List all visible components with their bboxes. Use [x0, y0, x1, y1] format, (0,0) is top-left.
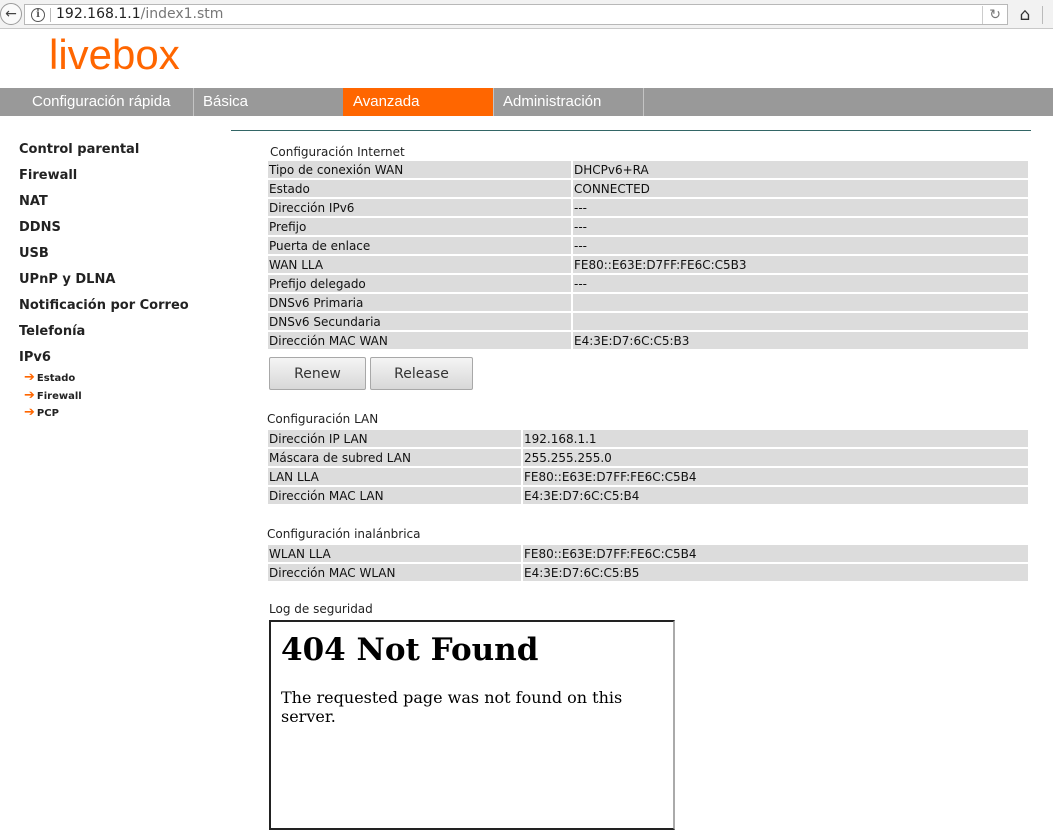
subitem-label: Estado — [36, 373, 76, 384]
table-row: Dirección IPv6 --- — [268, 199, 1028, 216]
back-arrow-icon[interactable]: ← — [0, 3, 22, 25]
row-label: WLAN LLA — [268, 545, 521, 562]
row-value: FE80::E63E:D7FF:FE6C:C5B3 — [573, 256, 1028, 273]
livebox-logo[interactable]: livebox — [49, 31, 180, 79]
table-row: Máscara de subred LAN 255.255.255.0 — [268, 449, 1028, 466]
release-button[interactable]: Release — [370, 357, 473, 390]
url-path: /index1.stm — [140, 6, 224, 22]
row-value: --- — [573, 275, 1028, 292]
row-value: 255.255.255.0 — [523, 449, 1028, 466]
table-row: Estado CONNECTED — [268, 180, 1028, 197]
sidebar-subitem-firewall[interactable]: ➔ Firewall — [24, 388, 82, 403]
row-label: Máscara de subred LAN — [268, 449, 521, 466]
table-row: Prefijo --- — [268, 218, 1028, 235]
row-value: --- — [573, 218, 1028, 235]
table-row: LAN LLA FE80::E63E:D7FF:FE6C:C5B4 — [268, 468, 1028, 485]
info-icon[interactable]: i — [31, 8, 45, 22]
row-value: E4:3E:D7:6C:C5:B3 — [573, 332, 1028, 349]
sidebar-item-notificacion-correo[interactable]: Notificación por Correo — [19, 298, 189, 313]
url-text[interactable]: 192.168.1.1/index1.stm — [56, 6, 223, 22]
row-value: E4:3E:D7:6C:C5:B4 — [523, 487, 1028, 504]
row-label: Dirección MAC WLAN — [268, 564, 521, 581]
lan-config-table: Dirección IP LAN 192.168.1.1 Máscara de s… — [266, 428, 1030, 506]
url-separator — [50, 8, 51, 22]
arrow-right-icon: ➔ — [24, 405, 35, 420]
row-value: FE80::E63E:D7FF:FE6C:C5B4 — [523, 468, 1028, 485]
address-bar[interactable]: i 192.168.1.1/index1.stm ↻ — [24, 4, 1008, 25]
home-icon[interactable]: ⌂ — [1014, 5, 1036, 25]
sidebar-item-upnp-dlna[interactable]: UPnP y DLNA — [19, 272, 115, 287]
row-label: WAN LLA — [268, 256, 571, 273]
renew-button[interactable]: Renew — [269, 357, 366, 390]
arrow-right-icon: ➔ — [24, 388, 35, 403]
row-value: CONNECTED — [573, 180, 1028, 197]
sidebar-item-usb[interactable]: USB — [19, 246, 49, 261]
row-value: 192.168.1.1 — [523, 430, 1028, 447]
table-row: DNSv6 Primaria — [268, 294, 1028, 311]
sidebar-item-ddns[interactable]: DDNS — [19, 220, 61, 235]
arrow-right-icon: ➔ — [24, 370, 35, 385]
row-value: FE80::E63E:D7FF:FE6C:C5B4 — [523, 545, 1028, 562]
sidebar-item-ipv6[interactable]: IPv6 — [19, 350, 51, 365]
security-log-title: Log de seguridad — [269, 602, 373, 616]
row-value — [573, 313, 1028, 330]
row-label: DNSv6 Secundaria — [268, 313, 571, 330]
subitem-label: PCP — [36, 408, 59, 419]
row-label: Prefijo — [268, 218, 571, 235]
sidebar-item-control-parental[interactable]: Control parental — [19, 142, 139, 157]
table-row: Dirección MAC WAN E4:3E:D7:6C:C5:B3 — [268, 332, 1028, 349]
browser-toolbar: ← i 192.168.1.1/index1.stm ↻ ⌂ — [0, 0, 1053, 29]
error-heading: 404 Not Found — [281, 632, 539, 668]
table-row: WLAN LLA FE80::E63E:D7FF:FE6C:C5B4 — [268, 545, 1028, 562]
row-value: E4:3E:D7:6C:C5:B5 — [523, 564, 1028, 581]
row-label: Prefijo delegado — [268, 275, 571, 292]
sidebar-item-telefonia[interactable]: Telefonía — [19, 324, 85, 339]
row-value — [573, 294, 1028, 311]
reload-icon[interactable]: ↻ — [982, 6, 1001, 24]
nav-avanzada[interactable]: Avanzada — [343, 88, 493, 116]
row-label: LAN LLA — [268, 468, 521, 485]
toolbar-divider — [1042, 6, 1043, 24]
table-row: Dirección MAC WLAN E4:3E:D7:6C:C5:B5 — [268, 564, 1028, 581]
row-label: Dirección IPv6 — [268, 199, 571, 216]
content-divider — [231, 130, 1031, 131]
nav-administracion[interactable]: Administración — [493, 88, 644, 116]
subitem-label: Firewall — [36, 391, 82, 402]
row-label: DNSv6 Primaria — [268, 294, 571, 311]
row-value: --- — [573, 199, 1028, 216]
wireless-config-title: Configuración inalánbrica — [267, 527, 421, 541]
row-label: Estado — [268, 180, 571, 197]
sidebar-item-nat[interactable]: NAT — [19, 194, 48, 209]
table-row: Dirección MAC LAN E4:3E:D7:6C:C5:B4 — [268, 487, 1028, 504]
table-row: Tipo de conexión WAN DHCPv6+RA — [268, 161, 1028, 178]
row-label: Dirección MAC WAN — [268, 332, 571, 349]
row-label: Dirección MAC LAN — [268, 487, 521, 504]
row-label: Dirección IP LAN — [268, 430, 521, 447]
main-nav: Configuración rápida Básica Avanzada Adm… — [0, 88, 1053, 116]
error-message: The requested page was not found on this… — [281, 688, 623, 726]
wireless-config-table: WLAN LLA FE80::E63E:D7FF:FE6C:C5B4 Direcc… — [266, 543, 1030, 583]
security-log-frame[interactable]: 404 Not Found The requested page was not… — [269, 620, 675, 830]
table-row: DNSv6 Secundaria — [268, 313, 1028, 330]
row-label: Tipo de conexión WAN — [268, 161, 571, 178]
nav-configuracion-rapida[interactable]: Configuración rápida — [23, 88, 194, 116]
internet-config-table: Tipo de conexión WAN DHCPv6+RA Estado CONN… — [266, 159, 1030, 351]
sidebar-subitem-pcp[interactable]: ➔ PCP — [24, 405, 59, 420]
internet-config-title: Configuración Internet — [270, 145, 405, 159]
table-row: WAN LLA FE80::E63E:D7FF:FE6C:C5B3 — [268, 256, 1028, 273]
table-row: Puerta de enlace --- — [268, 237, 1028, 254]
url-host: 192.168.1.1 — [56, 6, 141, 22]
table-row: Prefijo delegado --- — [268, 275, 1028, 292]
sidebar-subitem-estado[interactable]: ➔ Estado — [24, 370, 75, 385]
sidebar-item-firewall[interactable]: Firewall — [19, 168, 77, 183]
row-value: DHCPv6+RA — [573, 161, 1028, 178]
row-label: Puerta de enlace — [268, 237, 571, 254]
nav-basica[interactable]: Básica — [193, 88, 343, 116]
row-value: --- — [573, 237, 1028, 254]
table-row: Dirección IP LAN 192.168.1.1 — [268, 430, 1028, 447]
lan-config-title: Configuración LAN — [267, 412, 379, 426]
